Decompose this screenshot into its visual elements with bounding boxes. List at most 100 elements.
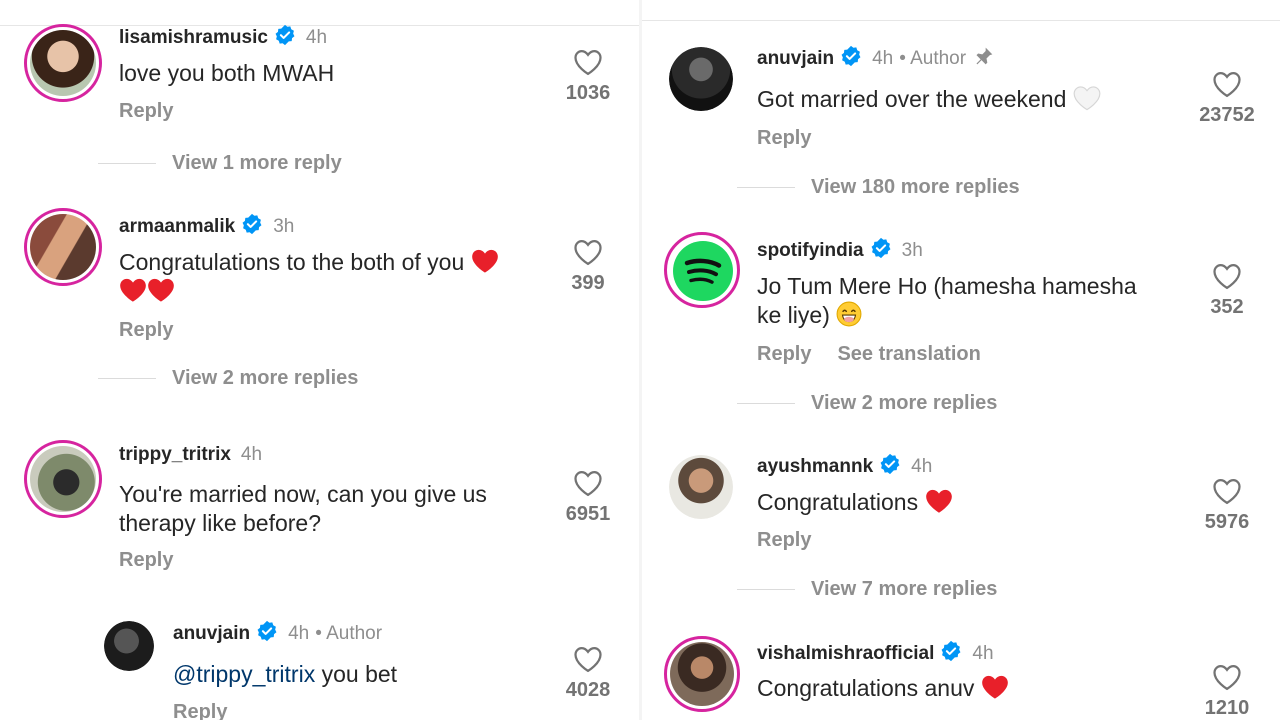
- comment-body: You're married now, can you give us ther…: [119, 480, 487, 538]
- like-count: 5976: [1204, 511, 1250, 533]
- pin-icon: [976, 47, 993, 65]
- top-divider: [642, 20, 1280, 21]
- comment-body: Got married over the weekend: [757, 85, 1101, 114]
- comment-text: Congratulations to the both of you: [119, 249, 465, 275]
- avatar[interactable]: [669, 455, 733, 519]
- heart-outline-icon: [1213, 263, 1241, 290]
- username[interactable]: vishalmishraofficial: [757, 643, 934, 664]
- timestamp: 4h: [288, 623, 310, 644]
- comment-body: Jo Tum Mere Ho (hamesha hamesha ke liye): [757, 272, 1137, 330]
- view-more-label: View 1 more reply: [172, 152, 342, 174]
- avatar[interactable]: [24, 208, 102, 286]
- avatar[interactable]: [24, 440, 102, 518]
- like-button[interactable]: 6951: [548, 469, 628, 526]
- heart-outline-icon: [574, 239, 602, 266]
- like-count: 1210: [1204, 697, 1250, 719]
- view-more-label: View 180 more replies: [811, 176, 1020, 198]
- like-button[interactable]: 352: [1187, 262, 1267, 319]
- like-button[interactable]: 1210: [1187, 663, 1267, 720]
- view-more-replies[interactable]: View 7 more replies: [737, 578, 997, 601]
- like-count: 399: [571, 272, 605, 294]
- avatar[interactable]: [664, 232, 740, 308]
- reply-button[interactable]: Reply: [757, 343, 811, 365]
- like-count: 23752: [1199, 104, 1255, 126]
- like-button[interactable]: 23752: [1187, 70, 1267, 127]
- like-count: 6951: [565, 503, 611, 525]
- comment-body: Congratulations anuv: [757, 674, 1009, 703]
- comment-text-line-1: You're married now, can you give us: [119, 481, 487, 507]
- view-more-replies[interactable]: View 2 more replies: [737, 392, 997, 415]
- reply-button[interactable]: Reply: [119, 100, 173, 122]
- heart-outline-icon: [1213, 478, 1241, 505]
- red-heart-emoji: [471, 249, 498, 273]
- timestamp: 4h: [240, 444, 263, 465]
- reply-button[interactable]: Reply: [119, 549, 173, 571]
- view-more-label: View 7 more replies: [811, 578, 998, 600]
- right-comments-panel: anuvjain 4h • Author Got married over the …: [642, 0, 1280, 720]
- comment-text-line-1: Jo Tum Mere Ho (hamesha hamesha: [757, 273, 1137, 299]
- comment-text: Congratulations anuv: [757, 675, 975, 701]
- avatar[interactable]: [669, 47, 733, 111]
- like-button[interactable]: 4028: [548, 645, 628, 702]
- username[interactable]: lisamishramusic: [119, 27, 268, 48]
- view-more-replies[interactable]: View 1 more reply: [98, 152, 342, 175]
- like-count: 4028: [565, 679, 611, 701]
- author-tag: • Author: [899, 48, 967, 69]
- view-more-label: View 2 more replies: [811, 392, 998, 414]
- timestamp: 4h: [972, 643, 994, 664]
- red-heart-emoji: [120, 278, 146, 302]
- red-heart-emoji: [925, 489, 952, 513]
- comment-text-line-2: therapy like before?: [119, 510, 322, 536]
- verified-badge-icon: [242, 213, 262, 235]
- comment-body: Congratulations: [757, 488, 953, 517]
- verified-badge-icon: [871, 237, 891, 259]
- like-count: 1036: [565, 82, 611, 104]
- comment-text: Got married over the weekend: [757, 86, 1067, 112]
- reply-button[interactable]: Reply: [757, 529, 811, 551]
- username[interactable]: ayushmannk: [757, 456, 873, 477]
- username[interactable]: anuvjain: [757, 48, 834, 69]
- verified-badge-icon: [841, 45, 861, 67]
- view-more-replies[interactable]: View 180 more replies: [737, 176, 1020, 199]
- avatar[interactable]: [24, 24, 102, 102]
- heart-outline-icon: [574, 49, 602, 76]
- spotify-logo-icon: [673, 241, 733, 301]
- mention-link[interactable]: @trippy_tritrix: [173, 661, 315, 687]
- verified-badge-icon: [941, 640, 961, 662]
- reply-button[interactable]: Reply: [173, 701, 227, 720]
- comment-body: @trippy_tritrix you bet: [173, 660, 397, 689]
- avatar[interactable]: [664, 636, 740, 712]
- username[interactable]: trippy_tritrix: [119, 444, 231, 465]
- red-heart-emoji: [981, 675, 1008, 699]
- grin-emoji: [836, 301, 862, 327]
- left-comments-panel: lisamishramusic 4h love you both MWAH Rep…: [0, 0, 640, 720]
- like-button[interactable]: 1036: [548, 48, 628, 105]
- verified-badge-icon: [275, 24, 295, 46]
- avatar[interactable]: [104, 621, 154, 671]
- author-tag: • Author: [315, 623, 383, 644]
- comment-body: Congratulations to the both of you: [119, 248, 549, 306]
- comment-text: you bet: [321, 661, 398, 687]
- comment-text: love you both MWAH: [119, 60, 335, 86]
- heart-outline-icon: [574, 470, 602, 497]
- verified-badge-icon: [880, 453, 900, 475]
- reply-button[interactable]: Reply: [119, 319, 173, 341]
- view-more-replies[interactable]: View 2 more replies: [98, 367, 358, 390]
- username[interactable]: anuvjain: [173, 623, 250, 644]
- like-button[interactable]: 5976: [1187, 477, 1267, 534]
- like-count: 352: [1210, 296, 1244, 318]
- view-more-label: View 2 more replies: [172, 367, 359, 389]
- comment-text: Congratulations: [757, 489, 919, 515]
- timestamp: 3h: [901, 240, 923, 261]
- red-heart-emoji: [148, 278, 174, 302]
- white-heart-emoji: [1073, 86, 1101, 111]
- heart-outline-icon: [574, 646, 602, 673]
- username[interactable]: spotifyindia: [757, 240, 864, 261]
- timestamp: 3h: [273, 216, 295, 237]
- see-translation-button[interactable]: See translation: [837, 343, 980, 365]
- like-button[interactable]: 399: [548, 238, 628, 295]
- username[interactable]: armaanmalik: [119, 216, 235, 237]
- reply-button[interactable]: Reply: [757, 127, 811, 149]
- comment-text-line-2: ke liye): [757, 302, 830, 328]
- timestamp: 4h: [911, 456, 933, 477]
